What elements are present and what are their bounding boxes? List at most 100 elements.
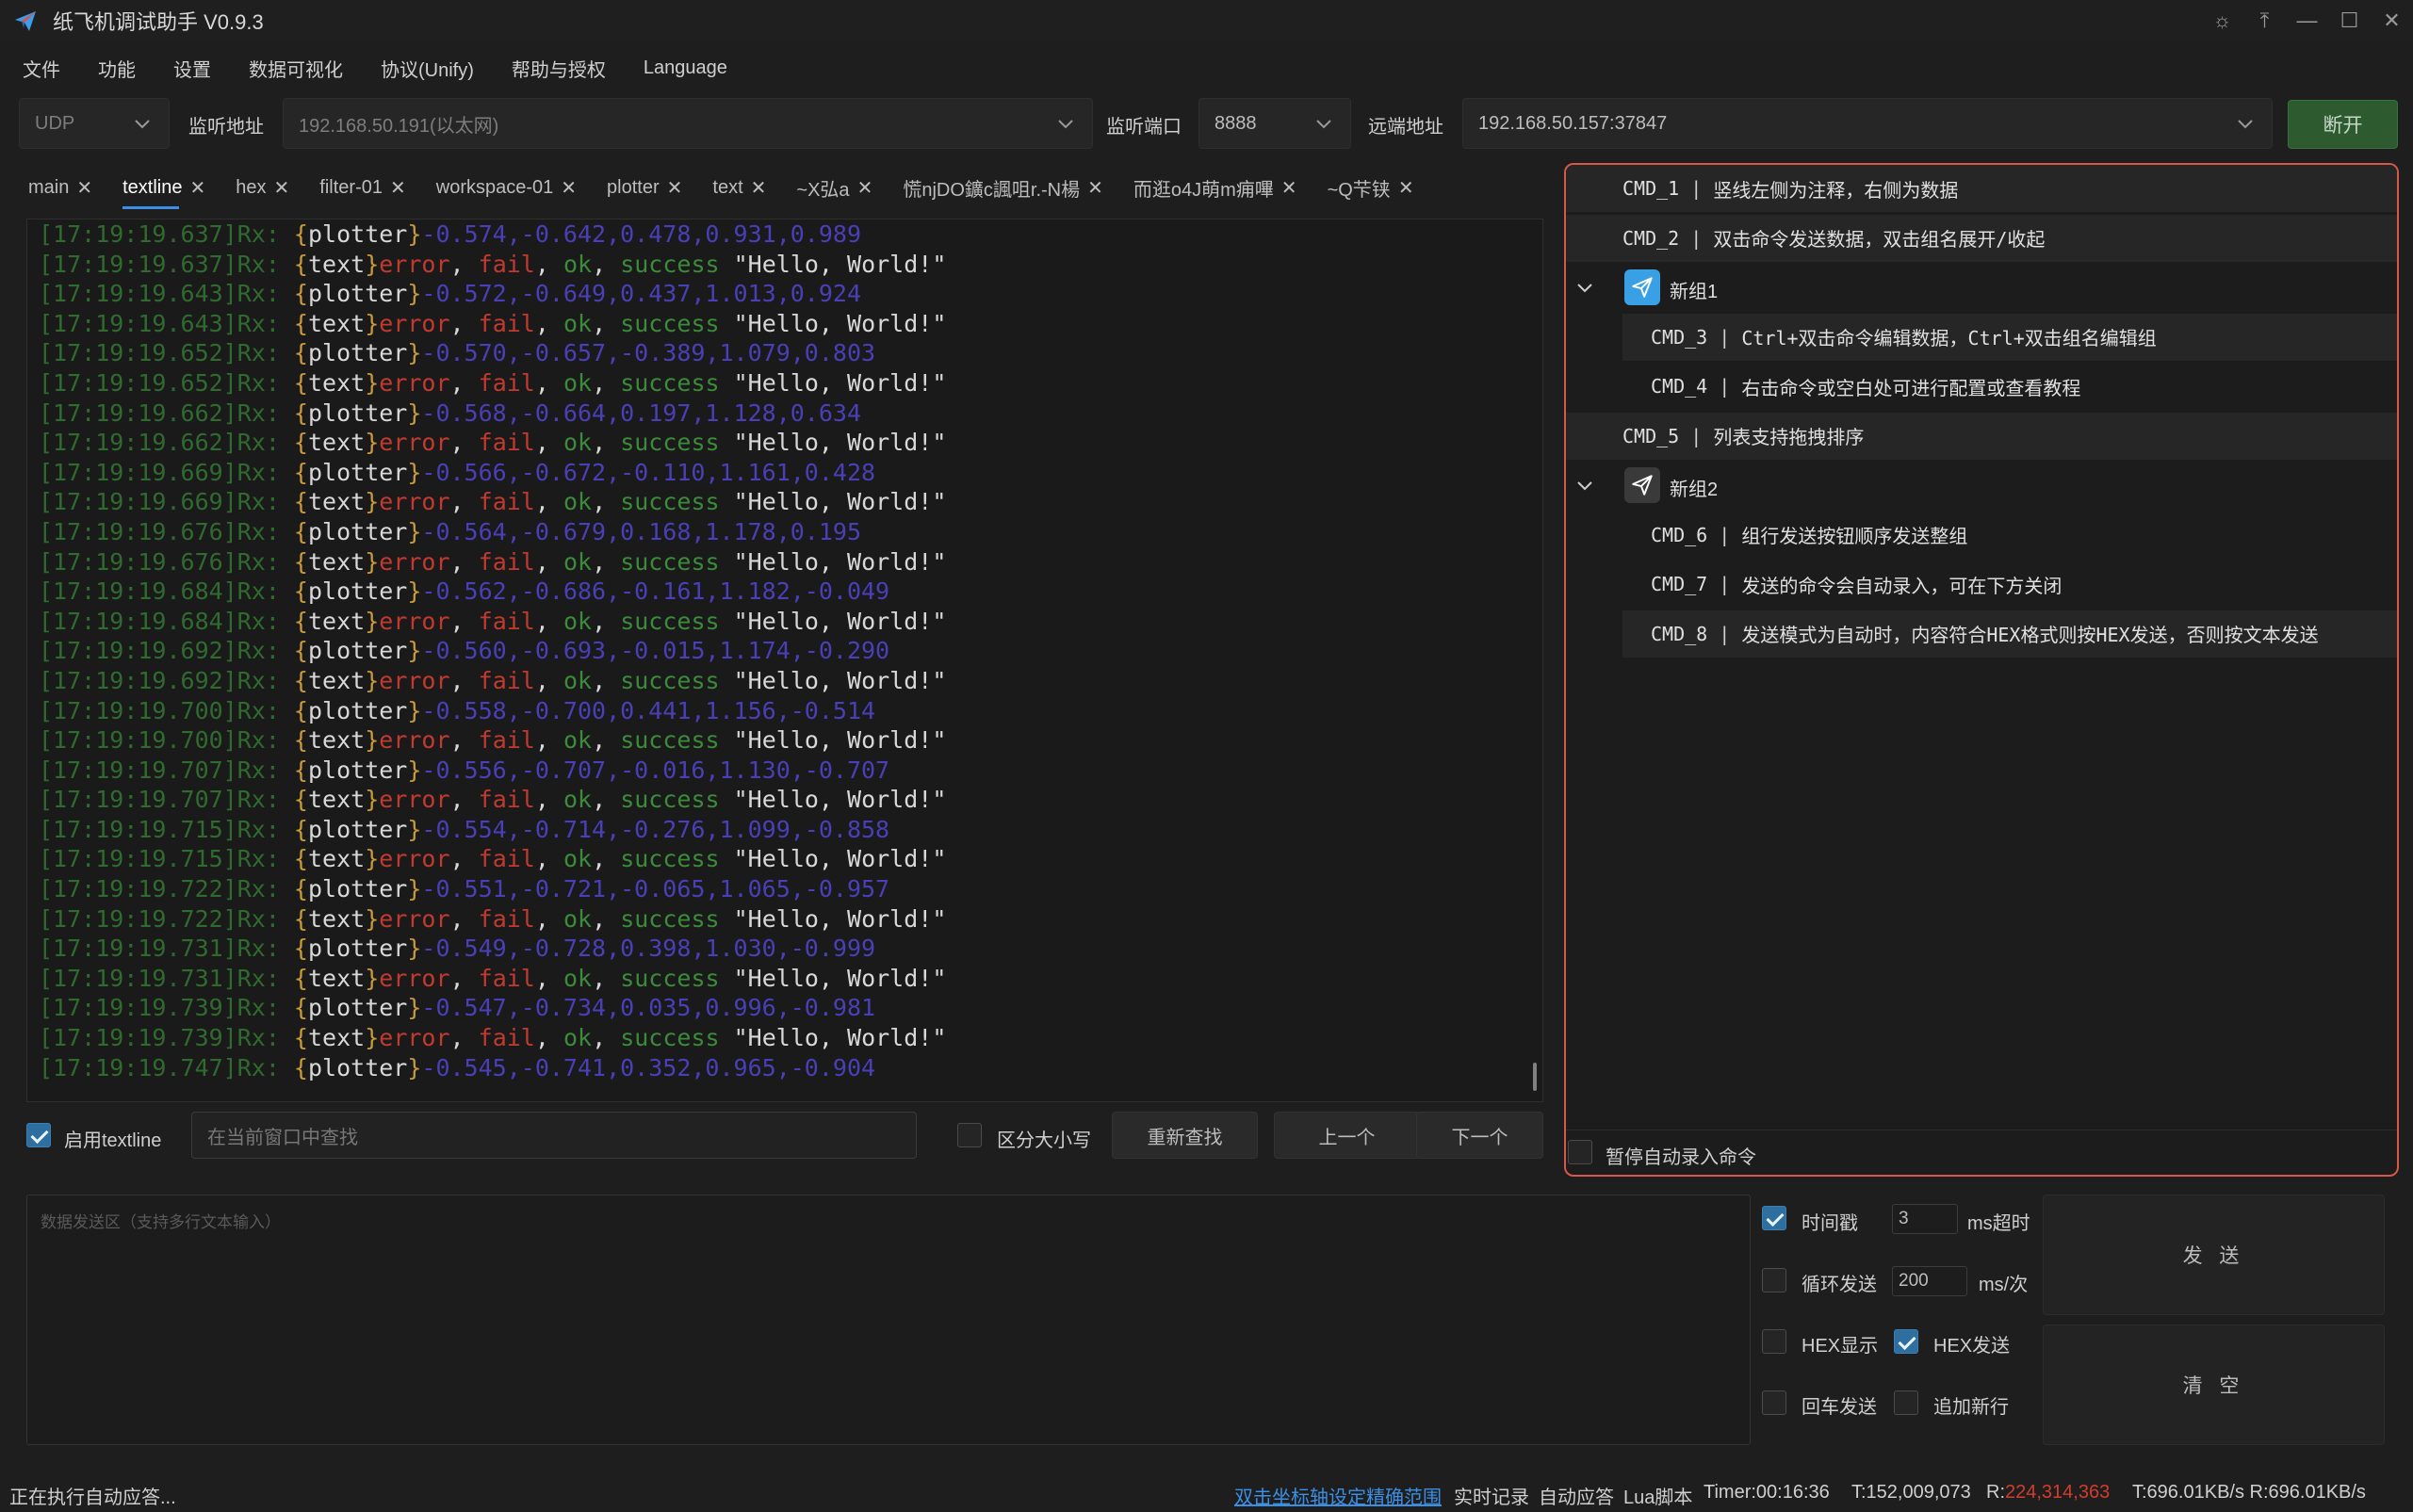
protocol-value: UDP [35, 112, 75, 134]
disconnect-button[interactable]: 断开 [2288, 100, 2398, 149]
close-icon[interactable]: ✕ [857, 176, 873, 200]
close-icon[interactable]: ✕ [190, 176, 206, 200]
timeout-input[interactable]: 3 [1892, 1204, 1958, 1234]
tab-filter-01[interactable]: filter-01 ✕ [308, 166, 416, 209]
append-newline-checkbox[interactable] [1894, 1390, 1918, 1415]
realtime-record-toggle[interactable]: 实时记录 [1454, 1482, 1529, 1509]
log-word-fail: fail [478, 429, 535, 457]
log-word-success: success [620, 904, 720, 933]
menu-language[interactable]: Language [644, 57, 727, 79]
clear-button[interactable]: 清 空 [2043, 1325, 2385, 1445]
loop-interval-input[interactable]: 200 [1892, 1266, 1967, 1296]
command-item[interactable]: CMD_1 | 竖线左侧为注释，右侧为数据 [1566, 165, 2397, 212]
timestamp-checkbox[interactable] [1762, 1206, 1786, 1230]
command-group[interactable]: 新组1 [1566, 264, 2397, 311]
close-icon[interactable]: ✕ [667, 176, 683, 200]
command-item[interactable]: CMD_4 | 右击命令或空白处可进行配置或查看教程 [1622, 363, 2397, 410]
tab-random-2[interactable]: 慌njDO鑛c諷咀r.-N楊 ✕ [891, 166, 1115, 209]
close-icon[interactable]: ✕ [751, 176, 767, 200]
next-button[interactable]: 下一个 [1416, 1112, 1543, 1159]
enable-textline-checkbox[interactable] [26, 1123, 51, 1147]
log-line: [17:19:19.692]Rx: {text}error, fail, ok,… [27, 666, 1542, 696]
research-button[interactable]: 重新查找 [1112, 1112, 1258, 1159]
search-input[interactable]: 在当前窗口中查找 [191, 1112, 917, 1159]
theme-icon[interactable]: ☼ [2201, 0, 2243, 41]
log-line: [17:19:19.715]Rx: {plotter}-0.554,-0.714… [27, 815, 1542, 845]
tab-textline[interactable]: textline ✕ [111, 166, 217, 209]
pause-record-checkbox[interactable] [1568, 1140, 1592, 1164]
log-word-success: success [620, 786, 720, 814]
minimize-icon[interactable]: — [2286, 0, 2328, 41]
log-word-error: error [379, 309, 450, 337]
chevron-down-icon[interactable] [1573, 474, 1596, 496]
menu-settings[interactable]: 设置 [173, 55, 211, 82]
command-panel[interactable]: CMD_1 | 竖线左侧为注释，右侧为数据 CMD_2 | 双击命令发送数据，双击… [1564, 163, 2399, 1177]
menu-protocol[interactable]: 协议(Unify) [381, 55, 474, 82]
log-tag: plotter [307, 1053, 408, 1081]
case-sensitive-checkbox[interactable] [957, 1123, 982, 1147]
close-icon[interactable]: ✕ [1087, 176, 1103, 200]
receive-log[interactable]: [17:19:19.637]Rx: {plotter}-0.574,-0.642… [26, 219, 1543, 1102]
send-button[interactable]: 发 送 [2043, 1195, 2385, 1315]
command-item[interactable]: CMD_8 | 发送模式为自动时，内容符合HEX格式则按HEX发送，否则按文本发… [1622, 610, 2397, 658]
command-item[interactable]: CMD_7 | 发送的命令会自动录入，可在下方关闭 [1622, 561, 2397, 608]
prev-button[interactable]: 上一个 [1274, 1112, 1420, 1159]
maximize-icon[interactable]: ☐ [2328, 0, 2371, 41]
remote-addr-select[interactable]: 192.168.50.157:37847 [1462, 98, 2273, 149]
lua-script-toggle[interactable]: Lua脚本 [1623, 1482, 1692, 1509]
hex-send-checkbox[interactable] [1894, 1329, 1918, 1354]
axis-hint-link[interactable]: 双击坐标轴设定精确范围 [1234, 1482, 1442, 1509]
close-icon[interactable]: ✕ [76, 176, 92, 200]
search-row: 启用textline 在当前窗口中查找 区分大小写 重新查找 上一个 下一个 [26, 1110, 1543, 1162]
log-brace: { [279, 280, 308, 308]
protocol-select[interactable]: UDP [19, 98, 170, 149]
menu-help[interactable]: 帮助与授权 [512, 55, 606, 82]
listen-addr-select[interactable]: 192.168.50.191(以太网) [283, 98, 1093, 149]
tab-hex[interactable]: hex ✕ [224, 166, 301, 209]
command-item[interactable]: CMD_6 | 组行发送按钮顺序发送整组 [1622, 512, 2397, 559]
menu-visualization[interactable]: 数据可视化 [249, 55, 343, 82]
log-sep: , [592, 726, 621, 755]
pin-top-icon[interactable]: ⤒ [2243, 0, 2286, 41]
tab-random-1[interactable]: ~X弘a ✕ [785, 166, 884, 209]
log-line: [17:19:19.739]Rx: {plotter}-0.547,-0.734… [27, 993, 1542, 1023]
log-word-success: success [620, 547, 720, 576]
menu-function[interactable]: 功能 [98, 55, 136, 82]
log-brace: } [365, 429, 380, 457]
log-line: [17:19:19.700]Rx: {text}error, fail, ok,… [27, 725, 1542, 756]
log-word-fail: fail [478, 786, 535, 814]
command-item[interactable]: CMD_3 | Ctrl+双击命令编辑数据，Ctrl+双击组名编辑组 [1622, 313, 2397, 361]
log-sep: , [534, 666, 563, 694]
tab-text[interactable]: text ✕ [701, 166, 777, 209]
close-icon[interactable]: ✕ [561, 176, 577, 200]
send-input[interactable]: 数据发送区（支持多行文本输入） [26, 1195, 1751, 1445]
close-icon[interactable]: ✕ [1398, 176, 1414, 200]
log-sep: , [592, 488, 621, 516]
tab-random-4[interactable]: ~Q芐铗 ✕ [1316, 166, 1426, 209]
menu-file[interactable]: 文件 [23, 55, 60, 82]
enter-send-checkbox[interactable] [1762, 1390, 1786, 1415]
log-scrollbar[interactable] [1533, 1063, 1537, 1091]
tab-workspace-01[interactable]: workspace-01 ✕ [425, 166, 588, 209]
close-icon[interactable]: ✕ [390, 176, 406, 200]
log-sep: , [592, 964, 621, 992]
command-item[interactable]: CMD_2 | 双击命令发送数据，双击组名展开/收起 [1566, 214, 2397, 262]
chevron-down-icon[interactable] [1573, 276, 1596, 299]
command-item[interactable]: CMD_5 | 列表支持拖拽排序 [1566, 412, 2397, 460]
log-lines: [17:19:19.637]Rx: {plotter}-0.574,-0.642… [27, 219, 1542, 1082]
close-icon[interactable]: ✕ [274, 176, 290, 200]
loop-send-checkbox[interactable] [1762, 1268, 1786, 1293]
command-separator: | [1707, 573, 1742, 595]
auto-reply-toggle[interactable]: 自动应答 [1539, 1482, 1614, 1509]
tab-random-3[interactable]: 而逛o4J萌m痈嗶 ✕ [1122, 166, 1309, 209]
listen-port-select[interactable]: 8888 [1198, 98, 1351, 149]
close-icon[interactable]: ✕ [2371, 0, 2413, 41]
command-group[interactable]: 新组2 [1566, 462, 2397, 509]
log-tag: plotter [307, 696, 408, 724]
group-send-icon[interactable] [1624, 467, 1660, 503]
group-send-icon[interactable] [1624, 269, 1660, 305]
tab-main[interactable]: main ✕ [17, 166, 104, 209]
close-icon[interactable]: ✕ [1281, 176, 1297, 200]
hex-show-checkbox[interactable] [1762, 1329, 1786, 1354]
tab-plotter[interactable]: plotter ✕ [595, 166, 693, 209]
